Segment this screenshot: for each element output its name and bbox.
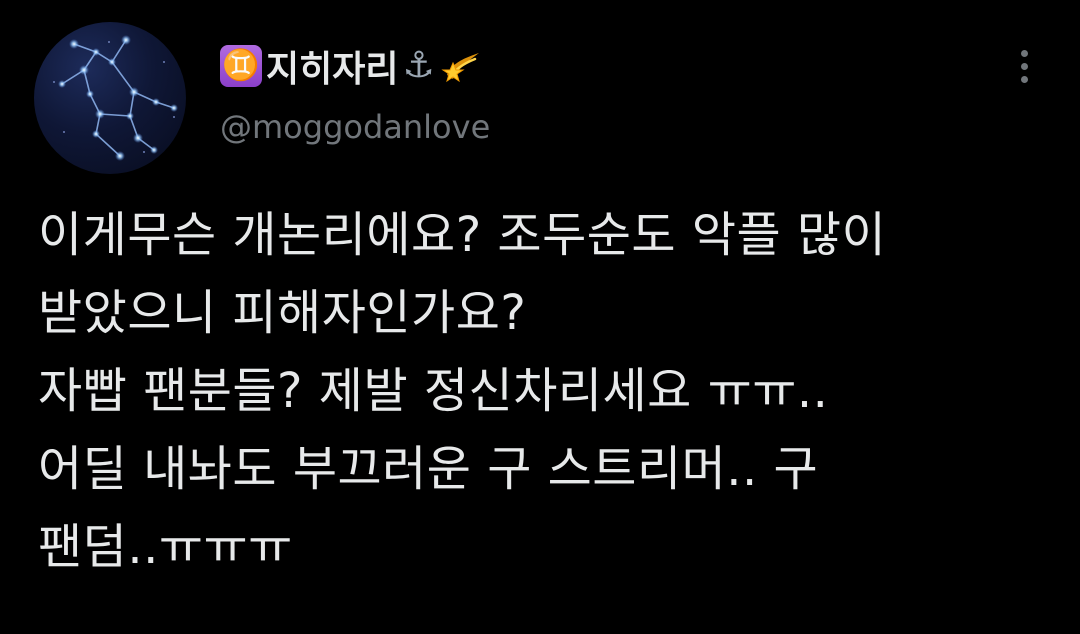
anchor-icon: ⚓ — [402, 45, 435, 86]
display-name[interactable]: ♊ 지히자리 ⚓ — [220, 38, 483, 94]
avatar[interactable] — [34, 22, 186, 174]
display-name-text: 지히자리 — [266, 49, 399, 90]
tweet-text-line: 어딜 내놔도 부끄러운 구 스트리머.. 구 — [38, 441, 819, 497]
dizzy-icon — [441, 45, 483, 87]
tweet-card: ♊ 지히자리 ⚓ @moggodanlove 이게무슨 개논리에요? 조두순도 … — [0, 0, 1080, 634]
tweet-text-line: 받았으니 피해자인가요? — [38, 285, 527, 341]
tweet-text-line: 이게무슨 개논리에요? 조두순도 악플 많이 — [38, 207, 887, 263]
gemini-zodiac-icon: ♊ — [220, 45, 262, 87]
more-options-button[interactable] — [1004, 46, 1044, 86]
tweet-text-line: 팬덤..ㅠㅠㅠ — [38, 519, 293, 575]
tweet-text-line: 자빱 팬분들? 제발 정신차리세요 ㅠㅠ.. — [38, 363, 829, 419]
more-vertical-icon-dot — [1020, 75, 1028, 83]
tweet-text: 이게무슨 개논리에요? 조두순도 악플 많이 받았으니 피해자인가요? 자빱 팬… — [38, 196, 1058, 586]
user-handle[interactable]: @moggodanlove — [220, 108, 490, 146]
gemini-constellation-icon — [53, 35, 178, 161]
more-vertical-icon-dot — [1020, 62, 1028, 70]
more-vertical-icon — [1020, 49, 1028, 57]
